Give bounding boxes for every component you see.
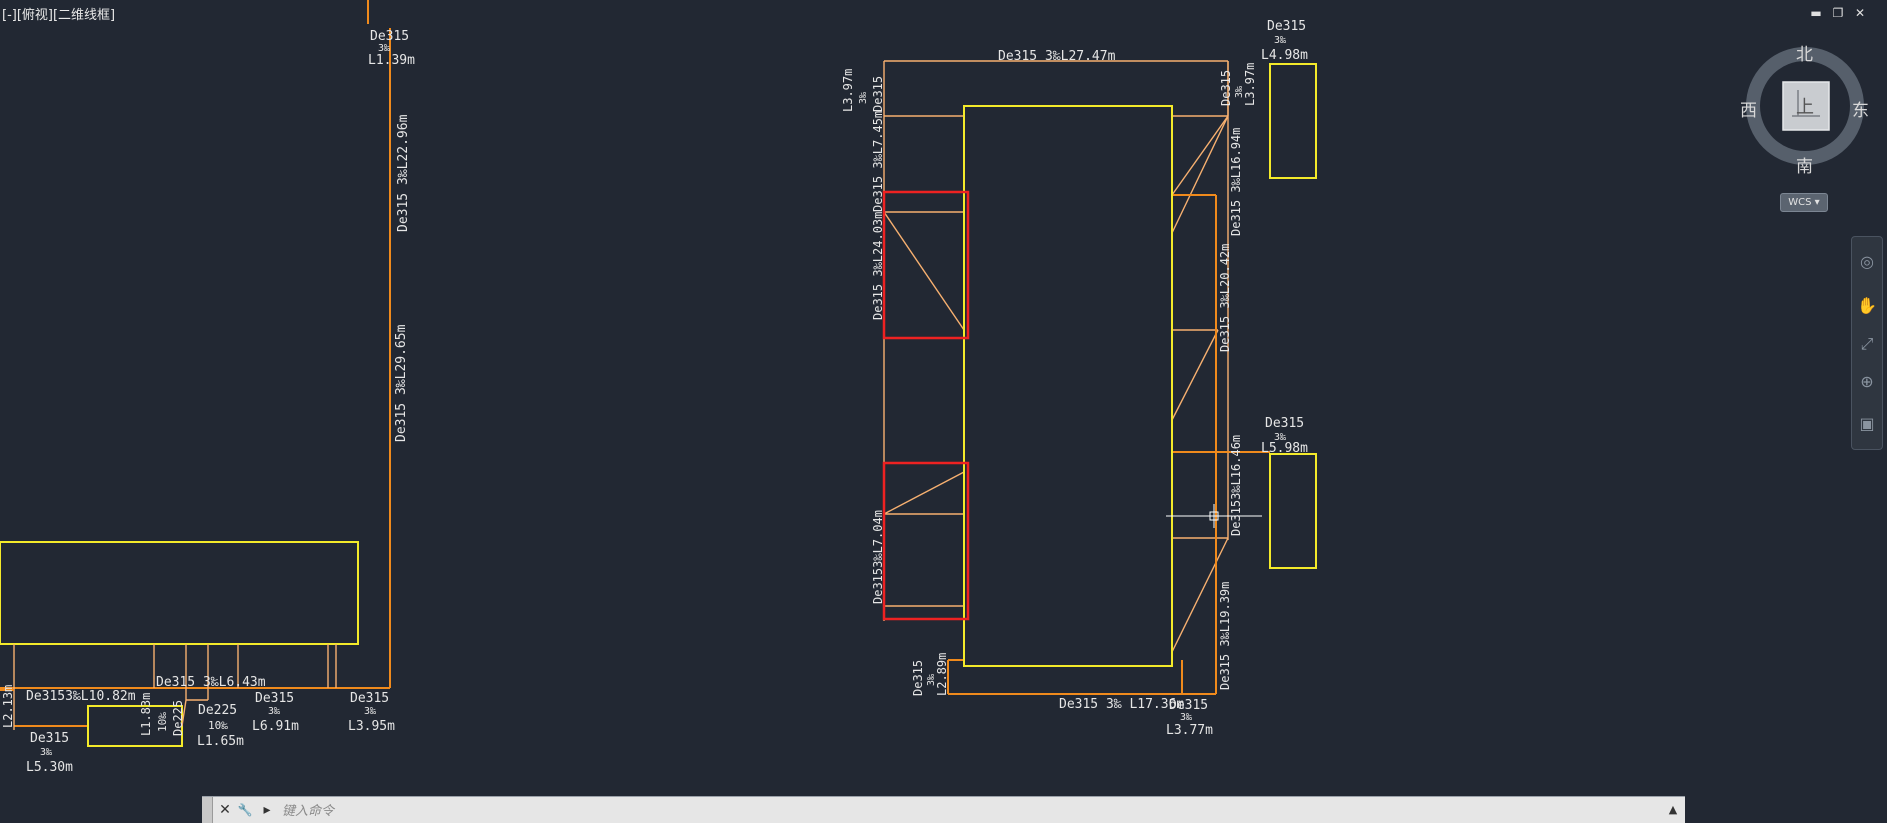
compass-north[interactable]: 北 <box>1796 40 1813 65</box>
pipe-label: De315 3‰L27.47m <box>998 49 1116 64</box>
command-input[interactable] <box>280 800 1664 822</box>
command-line-grip[interactable] <box>202 797 213 823</box>
drawing-canvas[interactable]: De315 3‰ L1.39m De315 3‰L22.96m De315 3‰… <box>0 0 1887 823</box>
pipe-label: L5.98m <box>1261 441 1308 456</box>
showmotion-icon[interactable]: ▣ <box>1856 413 1878 435</box>
pipe-label: De315 <box>871 76 885 112</box>
pipe-label: L1.83m <box>139 693 153 736</box>
pipe-label: L6.91m <box>252 719 299 734</box>
pipe-label: De225 <box>198 703 237 718</box>
pipe-label: De3153‰L16.46m <box>1229 435 1243 536</box>
pan-icon[interactable]: ✋ <box>1856 295 1878 317</box>
compass-west[interactable]: 西 <box>1740 96 1757 121</box>
pipe-label: De315 3‰ L17.36m <box>1059 697 1184 712</box>
pipe-label: L3.97m <box>841 69 855 112</box>
pipe-label: 10‰ <box>156 712 169 732</box>
pipe-label: De315 <box>30 731 69 746</box>
compass-east[interactable]: 东 <box>1852 96 1869 121</box>
right-plan <box>882 60 1317 695</box>
left-plan <box>0 0 391 747</box>
command-history-button[interactable]: ▲ <box>1665 801 1681 819</box>
pipe-label: De315 <box>255 691 294 706</box>
viewcube[interactable]: 上 北 南 东 西 <box>1740 38 1870 178</box>
pipe-label: De315 <box>911 660 925 696</box>
crosshair-cursor <box>1166 504 1262 528</box>
right-labels: De315 3‰L27.47m L3.97m 3‰ De315 De315 3‰… <box>841 19 1308 738</box>
pipe-label: L2.13m <box>1 685 15 728</box>
pipe-label: 10‰ <box>208 719 228 732</box>
tank-outline <box>1269 453 1317 569</box>
pipe-label: De315 <box>1267 19 1306 34</box>
pipe-label: De315 3‰L24.03m <box>871 212 885 320</box>
pipe-label: De315 3‰L20.42m <box>1218 244 1232 352</box>
pipe-label: De315 <box>1169 698 1208 713</box>
navigation-bar: ◎ ✋ ⤢ ⊕ ▣ <box>1851 236 1883 450</box>
wrench-icon[interactable]: 🔧 <box>236 800 254 820</box>
pipe-label: De3153‰L10.82m <box>26 689 136 704</box>
command-line: ✕ 🔧 ▸ ▲ <box>202 796 1685 823</box>
pipe-label: De315 <box>1265 416 1304 431</box>
building-outline <box>963 105 1173 667</box>
pipe-label: 3‰ <box>1274 35 1287 46</box>
pipe-label: De225 <box>171 700 185 736</box>
pipe-label: L1.39m <box>368 53 415 68</box>
pipe-label: De315 <box>350 691 389 706</box>
pipe-label: De315 <box>370 29 409 44</box>
pipe-label: De315 3‰L16.94m <box>1229 128 1243 236</box>
wcs-dropdown[interactable]: WCS ▾ <box>1780 193 1828 212</box>
pipe-label: De315 3‰L22.96m <box>396 114 411 232</box>
pipe-label: L3.77m <box>1166 723 1213 738</box>
orbit-icon[interactable]: ⊕ <box>1856 371 1878 393</box>
close-icon[interactable]: ✕ <box>216 800 234 820</box>
tank-outline <box>1269 63 1317 179</box>
pipe-label: L3.97m <box>1243 63 1257 106</box>
pipe-label: 3‰ <box>40 747 53 758</box>
pipe-label: De315 3‰L19.39m <box>1218 582 1232 690</box>
viewcube-face-top[interactable]: 上 <box>1796 93 1814 119</box>
pipe-label: L2.89m <box>935 653 949 696</box>
pipe-label: L1.65m <box>197 734 244 749</box>
building-outline <box>0 541 359 645</box>
pipe-label: De315 3‰L29.65m <box>394 324 409 442</box>
compass-south[interactable]: 南 <box>1796 152 1813 177</box>
pipe-label: 3‰ <box>364 706 377 717</box>
pipe-label: L3.95m <box>348 719 395 734</box>
steering-wheel-icon[interactable]: ◎ <box>1856 251 1878 273</box>
pipe-label: De315 <box>1219 70 1233 106</box>
zoom-extents-icon[interactable]: ⤢ <box>1856 333 1878 355</box>
pipe-label: L5.30m <box>26 760 73 775</box>
pipe-label: De315 3‰L7.45m <box>871 111 885 212</box>
pipe-label: De315 3‰L6.43m <box>156 675 266 690</box>
pipe-label: 3‰ <box>858 91 869 104</box>
pipe-label: L4.98m <box>1261 48 1308 63</box>
pipe-label: De3153‰L7.04m <box>871 510 885 604</box>
selected-region[interactable] <box>882 461 970 621</box>
pipe-label: 3‰ <box>268 706 281 717</box>
pipe-label: 3‰ <box>1180 712 1193 723</box>
prompt-icon[interactable]: ▸ <box>258 800 276 820</box>
